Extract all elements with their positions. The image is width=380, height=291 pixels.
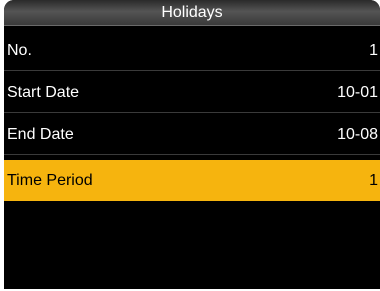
- menu-item-value: 1: [369, 42, 378, 59]
- menu-item-label: Start Date: [7, 84, 80, 101]
- menu-item-time-period[interactable]: Time Period 1: [4, 160, 380, 201]
- device-screen: Holidays No. 1 Start Date 10-01 End Date…: [4, 0, 380, 289]
- menu-item-label: Time Period: [7, 172, 93, 189]
- menu-item-end-date[interactable]: End Date 10-08: [4, 114, 380, 155]
- menu-item-start-date[interactable]: Start Date 10-01: [4, 72, 380, 113]
- menu-item-label: End Date: [7, 126, 74, 143]
- menu-item-value: 10-08: [337, 126, 378, 143]
- menu-item-value: 1: [369, 172, 378, 189]
- menu-item-value: 10-01: [337, 84, 378, 101]
- menu-item-label: No.: [7, 42, 32, 59]
- screen-title: Holidays: [4, 0, 380, 26]
- menu-item-number[interactable]: No. 1: [4, 30, 380, 71]
